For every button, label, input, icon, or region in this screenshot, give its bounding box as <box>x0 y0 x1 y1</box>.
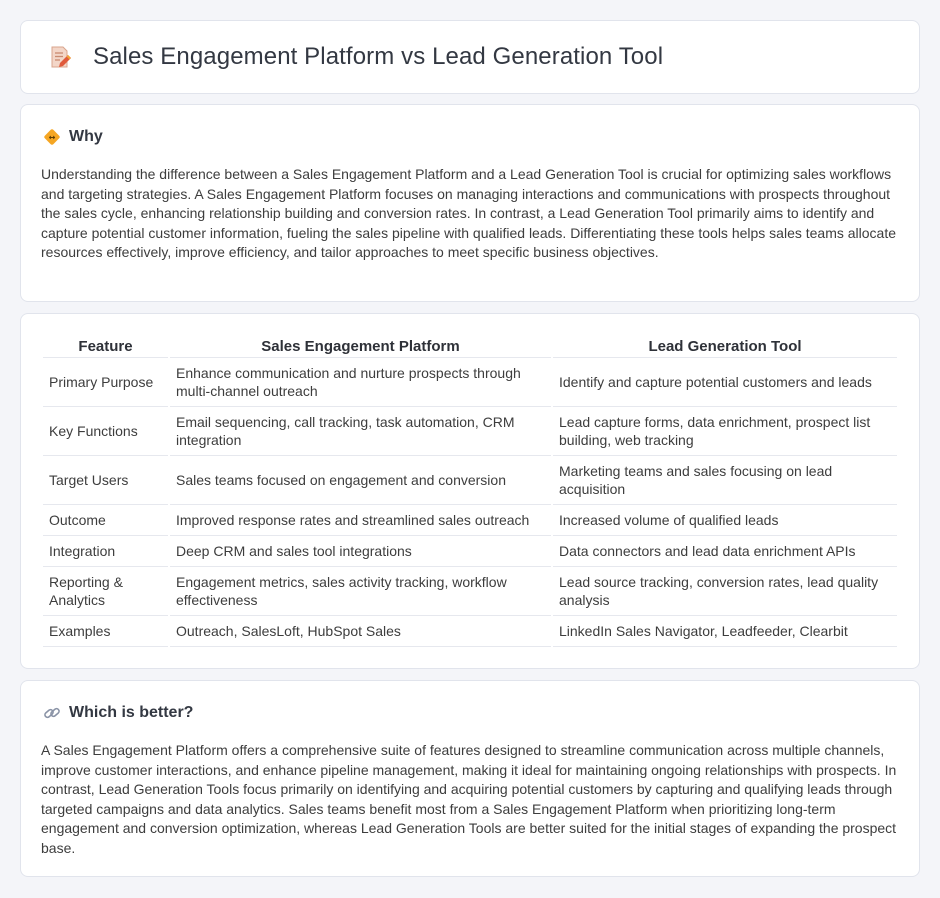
table-cell: Improved response rates and streamlined … <box>170 505 551 536</box>
table-row: Outcome Improved response rates and stre… <box>43 505 897 536</box>
comparison-section: Feature Sales Engagement Platform Lead G… <box>20 313 920 669</box>
why-heading-row: ↔ Why <box>43 128 103 146</box>
table-cell: Marketing teams and sales focusing on le… <box>553 456 897 505</box>
which-is-better-section: Which is better? A Sales Engagement Plat… <box>20 680 920 877</box>
table-cell: Data connectors and lead data enrichment… <box>553 536 897 567</box>
table-cell: Integration <box>43 536 168 567</box>
table-row: Key Functions Email sequencing, call tra… <box>43 407 897 456</box>
table-cell: Deep CRM and sales tool integrations <box>170 536 551 567</box>
comparison-table: Feature Sales Engagement Platform Lead G… <box>41 334 899 647</box>
better-heading-row: Which is better? <box>43 704 193 722</box>
table-row: Target Users Sales teams focused on enga… <box>43 456 897 505</box>
column-header-feature: Feature <box>43 334 168 358</box>
table-cell: Email sequencing, call tracking, task au… <box>170 407 551 456</box>
table-cell: Lead capture forms, data enrichment, pro… <box>553 407 897 456</box>
better-heading: Which is better? <box>69 704 194 721</box>
why-heading: Why <box>69 128 103 145</box>
column-header-sales-engagement: Sales Engagement Platform <box>170 334 551 358</box>
header-card: Sales Engagement Platform vs Lead Genera… <box>20 20 920 94</box>
table-row: Integration Deep CRM and sales tool inte… <box>43 536 897 567</box>
table-header-row: Feature Sales Engagement Platform Lead G… <box>43 334 897 358</box>
page-title: Sales Engagement Platform vs Lead Genera… <box>93 43 664 70</box>
table-cell: Reporting & Analytics <box>43 567 168 616</box>
table-cell: Primary Purpose <box>43 358 168 407</box>
table-row: Examples Outreach, SalesLoft, HubSpot Sa… <box>43 616 897 647</box>
table-cell: Outcome <box>43 505 168 536</box>
why-section: ↔ Why Understanding the difference betwe… <box>20 104 920 302</box>
table-cell: Identify and capture potential customers… <box>553 358 897 407</box>
table-cell: Enhance communication and nurture prospe… <box>170 358 551 407</box>
table-cell: Key Functions <box>43 407 168 456</box>
link-icon <box>44 707 60 719</box>
table-cell: Lead source tracking, conversion rates, … <box>553 567 897 616</box>
table-cell: Outreach, SalesLoft, HubSpot Sales <box>170 616 551 647</box>
table-cell: Target Users <box>43 456 168 505</box>
table-cell: Examples <box>43 616 168 647</box>
diamond-sign-icon: ↔ <box>44 129 60 145</box>
why-text: Understanding the difference between a S… <box>41 166 897 261</box>
table-cell: Sales teams focused on engagement and co… <box>170 456 551 505</box>
table-row: Primary Purpose Enhance communication an… <box>43 358 897 407</box>
svg-text:↔: ↔ <box>49 133 56 142</box>
column-header-lead-generation: Lead Generation Tool <box>553 334 897 358</box>
table-cell: Increased volume of qualified leads <box>553 505 897 536</box>
table-cell: Engagement metrics, sales activity track… <box>170 567 551 616</box>
document-pencil-icon <box>51 46 71 68</box>
table-cell: LinkedIn Sales Navigator, Leadfeeder, Cl… <box>553 616 897 647</box>
table-row: Reporting & Analytics Engagement metrics… <box>43 567 897 616</box>
better-text: A Sales Engagement Platform offers a com… <box>41 742 897 856</box>
